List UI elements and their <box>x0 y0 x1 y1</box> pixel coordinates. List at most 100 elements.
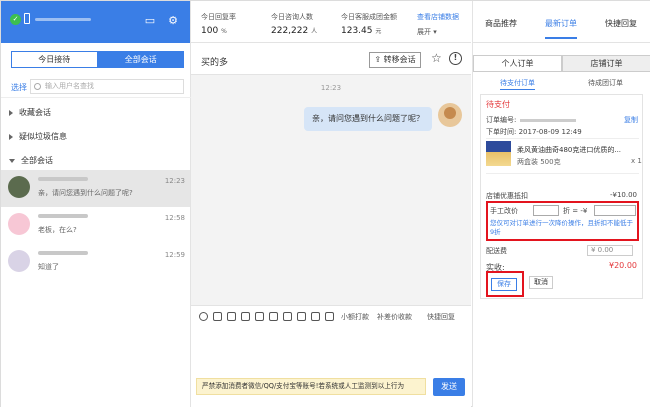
group-spam[interactable]: 疑似垃圾信息 <box>9 131 67 142</box>
card-icon[interactable] <box>269 312 278 321</box>
chat-bubble-icon[interactable]: ▭ <box>144 15 156 27</box>
divider <box>486 173 639 174</box>
tab-today[interactable]: 今日接待 <box>11 51 98 68</box>
tab-pending-group[interactable]: 待成团订单 <box>588 78 623 88</box>
message-area: 12:23 亲，请问您遇到什么问题了呢？ <box>191 75 471 305</box>
product-thumbnail <box>486 141 511 166</box>
chat-title: 买的多 <box>201 58 229 68</box>
divider <box>486 138 639 139</box>
link-icon[interactable] <box>283 312 292 321</box>
last-message: 老板，在么? <box>38 226 77 234</box>
user-name-blurred <box>38 177 88 181</box>
discount-amount-input[interactable] <box>594 205 636 216</box>
thumb-icon[interactable] <box>255 312 264 321</box>
avatar <box>8 176 30 198</box>
search-icon <box>34 83 41 90</box>
shipping-label: 配送费 <box>486 247 507 255</box>
calendar-icon[interactable] <box>311 312 320 321</box>
group-favorites[interactable]: 收藏会话 <box>9 107 51 118</box>
message-bubble: 亲，请问您遇到什么问题了呢？ <box>304 107 432 131</box>
message-time: 12:23 <box>164 177 185 185</box>
select-link[interactable]: 选择 <box>11 82 27 93</box>
stat-value: 100 % <box>201 26 227 36</box>
copy-link[interactable]: 复制 <box>624 115 638 125</box>
order-number: 订单编号: <box>486 115 577 125</box>
search-input[interactable]: 输入用户名查找 <box>30 79 184 94</box>
gear-icon[interactable]: ⚙ <box>167 15 179 27</box>
tab-quick-reply[interactable]: 快捷回复 <box>605 18 637 29</box>
app-window: ✓ ▭ ⚙ 今日接待 全部会话 选择 输入用户名查找 收藏会话 疑似垃圾信息 全… <box>0 0 650 407</box>
manual-price-label: 手工改价 <box>490 207 518 215</box>
tab-latest-orders[interactable]: 最新订单 <box>545 18 577 39</box>
agent-avatar <box>438 103 462 127</box>
cancel-button[interactable]: 取消 <box>529 276 553 289</box>
emoji-icon[interactable] <box>199 312 208 321</box>
alert-icon[interactable]: ! <box>449 52 462 65</box>
manual-price-tip: 您仅可对订单进行一次降价操作，且折扣不能低于9折 <box>490 219 633 236</box>
session-tabs: 今日接待 全部会话 <box>11 51 184 68</box>
small-payment-button[interactable]: 小额打款 <box>341 312 369 322</box>
tab-all-sessions[interactable]: 全部会话 <box>97 51 184 68</box>
save-highlight: 保存 <box>486 271 524 297</box>
group-label: 全部会话 <box>21 156 53 165</box>
search-bar: 选择 输入用户名查找 <box>1 77 191 99</box>
message-time: 12:58 <box>164 214 185 222</box>
manual-price-mid: 折 = -¥ <box>563 207 588 215</box>
chevron-right-icon <box>9 109 13 116</box>
button-label: 转移会话 <box>383 55 416 64</box>
stat-label: 今日回复率 <box>201 13 236 21</box>
order-status: 待支付 <box>486 100 510 109</box>
last-message: 知道了 <box>38 263 59 271</box>
conversation-item[interactable]: 亲，请问您遇到什么问题了呢? 12:23 <box>1 170 190 207</box>
product-quantity: x 1 <box>631 157 642 165</box>
chevron-right-icon <box>9 133 13 140</box>
phone-icon <box>24 13 30 24</box>
product-sku: 两盒装 500克 <box>517 158 561 166</box>
discount-rate-input[interactable] <box>533 205 559 216</box>
discount-label: 店铺优惠抵扣 <box>486 192 528 200</box>
share-icon: ⇪ <box>374 55 382 64</box>
account-header: ✓ ▭ ⚙ <box>1 1 190 43</box>
order-card: 待支付 订单编号: 复制 下单时间: 2017-08-09 12:49 柔风黄油… <box>480 94 643 299</box>
manual-price-highlight: 手工改价 折 = -¥ 您仅可对订单进行一次降价操作，且折扣不能低于9折 <box>486 201 639 241</box>
order-panel: 商品推荐 最新订单 快捷回复 个人订单 店铺订单 待支付订单 待成团订单 待支付… <box>472 1 650 407</box>
stat-reply-rate: 今日回复率 100 % <box>201 12 236 36</box>
last-message: 亲，请问您遇到什么问题了呢? <box>38 189 133 197</box>
policy-warning: 严禁添加消费者微信/QQ/支付宝等账号!若系统或人工监测到以上行为 <box>196 378 426 395</box>
stats-bar: 今日回复率 100 % 今日咨询人数 222,222 人 今日客服成团金额 12… <box>191 1 471 43</box>
group-all[interactable]: 全部会话 <box>9 155 53 166</box>
conversation-item[interactable]: 知道了 12:59 <box>1 244 190 281</box>
chevron-down-icon <box>9 158 15 163</box>
quick-reply-button[interactable]: 快捷回复 <box>427 312 455 322</box>
discount-value: -¥10.00 <box>609 191 637 199</box>
save-button[interactable]: 保存 <box>491 278 517 291</box>
stat-label: 今日咨询人数 <box>271 13 313 21</box>
online-status-icon: ✓ <box>10 14 21 25</box>
star-icon[interactable]: ☆ <box>431 51 442 65</box>
group-label: 收藏会话 <box>19 108 51 117</box>
tab-shop-orders[interactable]: 店铺订单 <box>562 55 650 72</box>
tab-personal-orders[interactable]: 个人订单 <box>473 55 562 72</box>
conversation-sidebar: ✓ ▭ ⚙ 今日接待 全部会话 选择 输入用户名查找 收藏会话 疑似垃圾信息 全… <box>1 1 191 407</box>
message-timestamp: 12:23 <box>320 84 342 92</box>
conversation-item[interactable]: 老板，在么? 12:58 <box>1 207 190 244</box>
stat-value: 123.45 元 <box>341 26 382 36</box>
price-diff-button[interactable]: 补差价收款 <box>377 312 412 322</box>
tab-pending-payment[interactable]: 待支付订单 <box>500 78 535 90</box>
order-status-tabs: 待支付订单 待成团订单 <box>473 78 650 92</box>
file-icon[interactable] <box>241 312 250 321</box>
transfer-session-button[interactable]: ⇪ 转移会话 <box>369 52 421 68</box>
avatar <box>8 250 30 272</box>
tab-product-recommend[interactable]: 商品推荐 <box>485 18 517 29</box>
view-shop-data-link[interactable]: 查看店铺数据 <box>417 12 459 22</box>
image-icon[interactable] <box>213 312 222 321</box>
chat-toolbar: 小额打款 补差价收款 快捷回复 <box>191 305 471 327</box>
box-icon[interactable] <box>325 312 334 321</box>
scissors-icon[interactable] <box>227 312 236 321</box>
expand-toggle[interactable]: 展开 ▾ <box>417 27 437 37</box>
shipping-fee-input[interactable]: ¥ 0.00 <box>587 245 633 256</box>
video-icon[interactable] <box>297 312 306 321</box>
chat-header: 买的多 ⇪ 转移会话 ☆ ! <box>191 45 471 75</box>
right-tabs: 商品推荐 最新订单 快捷回复 <box>473 1 650 43</box>
send-button[interactable]: 发送 <box>433 378 465 396</box>
